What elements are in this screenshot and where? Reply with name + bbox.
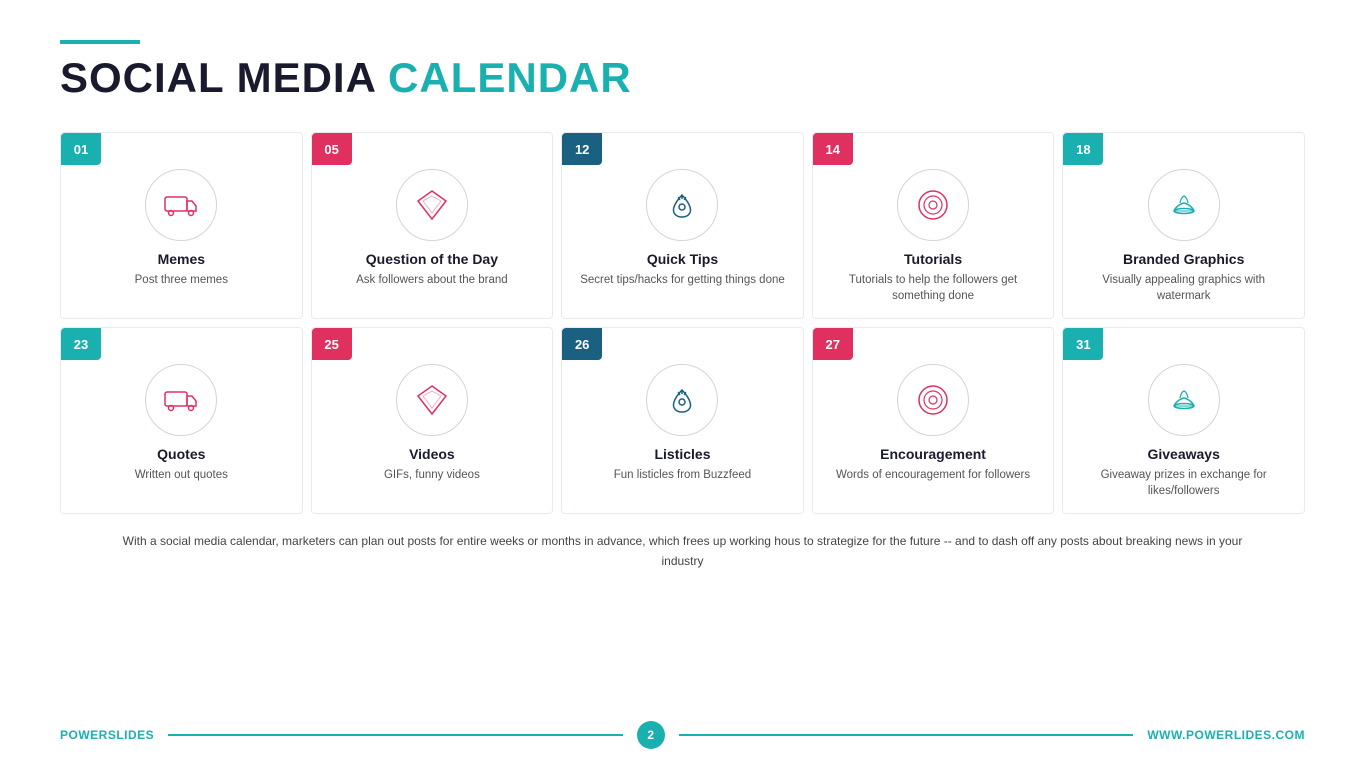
card-listicles: 26 Listicles Fun listicles from Buzzfeed xyxy=(561,327,804,514)
giveaways-desc: Giveaway prizes in exchange for likes/fo… xyxy=(1077,467,1290,499)
card-quotes: 23 Quotes Written out quotes xyxy=(60,327,303,514)
cards-row-2: 23 Quotes Written out quotes 25 xyxy=(60,327,1305,514)
party2-icon xyxy=(664,382,700,418)
listicles-title: Listicles xyxy=(654,446,710,462)
card-number-31: 31 xyxy=(1063,328,1103,360)
cards-row-1: 01 Memes Post three memes 05 xyxy=(60,132,1305,319)
card-encouragement: 27 Encouragement Words of encouragement … xyxy=(812,327,1055,514)
title-part1: SOCIAL MEDIA xyxy=(60,54,388,101)
title-bar: SOCIAL MEDIA CALENDAR xyxy=(60,40,1305,102)
memes-icon-circle xyxy=(145,169,217,241)
brand-power: POWER xyxy=(60,728,108,742)
videos-title: Videos xyxy=(409,446,455,462)
card-question: 05 Question of the Day Ask followers abo… xyxy=(311,132,554,319)
bottom-line-left xyxy=(168,734,623,736)
quotes-desc: Written out quotes xyxy=(135,467,228,483)
card-number-23: 23 xyxy=(61,328,101,360)
tutorials-desc: Tutorials to help the followers get some… xyxy=(827,272,1040,304)
bottom-line-right xyxy=(679,734,1134,736)
tutorials-title: Tutorials xyxy=(904,251,962,267)
card-memes: 01 Memes Post three memes xyxy=(60,132,303,319)
page-title: SOCIAL MEDIA CALENDAR xyxy=(60,54,1305,102)
videos-icon-circle xyxy=(396,364,468,436)
question-desc: Ask followers about the brand xyxy=(356,272,508,288)
giveaways-icon-circle xyxy=(1148,364,1220,436)
card-number-01: 01 xyxy=(61,133,101,165)
encouragement-icon-circle xyxy=(897,364,969,436)
encouragement-desc: Words of encouragement for followers xyxy=(836,467,1030,483)
videos-desc: GIFs, funny videos xyxy=(384,467,480,483)
truck-icon xyxy=(163,187,199,223)
hat-icon xyxy=(1166,187,1202,223)
quicktips-icon-circle xyxy=(646,169,718,241)
card-tutorials: 14 Tutorials Tutorials to help the follo… xyxy=(812,132,1055,319)
brand-label: POWERSLIDES xyxy=(60,728,154,742)
card-number-14: 14 xyxy=(813,133,853,165)
question-title: Question of the Day xyxy=(366,251,498,267)
tutorials-icon-circle xyxy=(897,169,969,241)
target-icon xyxy=(915,187,951,223)
encouragement-title: Encouragement xyxy=(880,446,986,462)
branded-icon-circle xyxy=(1148,169,1220,241)
card-number-26: 26 xyxy=(562,328,602,360)
memes-title: Memes xyxy=(158,251,205,267)
diamond-icon xyxy=(414,187,450,223)
hat2-icon xyxy=(1166,382,1202,418)
card-number-12: 12 xyxy=(562,133,602,165)
question-icon-circle xyxy=(396,169,468,241)
card-number-27: 27 xyxy=(813,328,853,360)
card-quicktips: 12 Quick Tips Secret tips/hacks for gett… xyxy=(561,132,804,319)
page: SOCIAL MEDIA CALENDAR 01 Memes Post thre… xyxy=(0,0,1365,767)
title-part2: CALENDAR xyxy=(388,54,632,101)
party-icon xyxy=(664,187,700,223)
giveaways-title: Giveaways xyxy=(1147,446,1219,462)
quotes-icon-circle xyxy=(145,364,217,436)
branded-title: Branded Graphics xyxy=(1123,251,1244,267)
card-number-18: 18 xyxy=(1063,133,1103,165)
card-giveaways: 31 Giveaways Giveaway prizes in exchange… xyxy=(1062,327,1305,514)
memes-desc: Post three memes xyxy=(135,272,228,288)
diamond2-icon xyxy=(414,382,450,418)
listicles-icon-circle xyxy=(646,364,718,436)
card-videos: 25 Videos GIFs, funny videos xyxy=(311,327,554,514)
target2-icon xyxy=(915,382,951,418)
quotes-title: Quotes xyxy=(157,446,205,462)
page-number: 2 xyxy=(637,721,665,749)
title-accent-line xyxy=(60,40,140,44)
truck2-icon xyxy=(163,382,199,418)
card-number-05: 05 xyxy=(312,133,352,165)
cards-container: 01 Memes Post three memes 05 xyxy=(60,132,1305,514)
quicktips-title: Quick Tips xyxy=(647,251,718,267)
card-branded: 18 Branded Graphics Visually appealing g… xyxy=(1062,132,1305,319)
listicles-desc: Fun listicles from Buzzfeed xyxy=(614,467,751,483)
quicktips-desc: Secret tips/hacks for getting things don… xyxy=(580,272,785,288)
branded-desc: Visually appealing graphics with waterma… xyxy=(1077,272,1290,304)
card-number-25: 25 xyxy=(312,328,352,360)
footer-text: With a social media calendar, marketers … xyxy=(60,532,1305,570)
brand-slides: SLIDES xyxy=(108,728,154,742)
bottom-bar: POWERSLIDES 2 WWW.POWERLIDES.COM xyxy=(0,721,1365,749)
website-url: WWW.POWERLIDES.COM xyxy=(1147,728,1305,742)
